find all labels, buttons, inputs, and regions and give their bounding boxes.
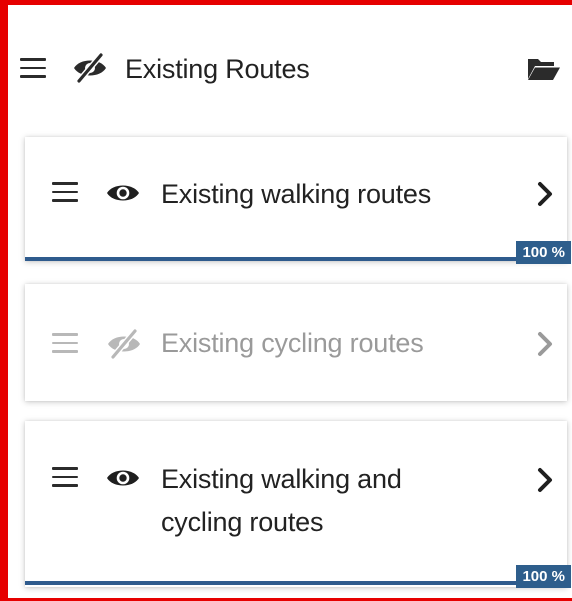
- layer-label-line-2: cycling routes: [161, 507, 324, 537]
- layer-panel: Existing Routes Existing walking routes: [0, 0, 572, 601]
- layer-label: Existing cycling routes: [161, 328, 424, 358]
- eye-slash-icon[interactable]: [105, 329, 143, 364]
- progress-badge: 100 %: [516, 565, 571, 588]
- drag-handle-icon[interactable]: [52, 182, 78, 202]
- progress-fill: [25, 581, 567, 585]
- layer-item-walking-and-cycling-routes[interactable]: Existing walking and cycling routes: [25, 421, 567, 587]
- chevron-right-icon[interactable]: [535, 331, 555, 362]
- layer-progress-bar: 100 %: [25, 565, 571, 588]
- chevron-right-icon[interactable]: [535, 467, 555, 498]
- folder-open-icon[interactable]: [526, 55, 560, 88]
- drag-handle-icon[interactable]: [20, 58, 46, 78]
- layer-label-line-1: Existing walking and: [161, 464, 402, 494]
- progress-fill: [25, 257, 567, 261]
- layer-item-walking-routes[interactable]: Existing walking routes: [25, 137, 567, 261]
- eye-slash-icon[interactable]: [71, 53, 109, 88]
- eye-icon[interactable]: [105, 466, 141, 495]
- progress-badge: 100 %: [516, 241, 571, 264]
- group-title: Existing Routes: [125, 54, 310, 84]
- layer-label: Existing walking routes: [161, 179, 432, 209]
- layer-item-cycling-routes[interactable]: Existing cycling routes: [25, 284, 567, 401]
- group-header: Existing Routes: [8, 5, 572, 125]
- drag-handle-icon[interactable]: [52, 467, 78, 487]
- eye-icon[interactable]: [105, 181, 141, 210]
- chevron-right-icon[interactable]: [535, 181, 555, 212]
- layer-progress-bar: 100 %: [25, 241, 571, 264]
- drag-handle-icon[interactable]: [52, 333, 78, 353]
